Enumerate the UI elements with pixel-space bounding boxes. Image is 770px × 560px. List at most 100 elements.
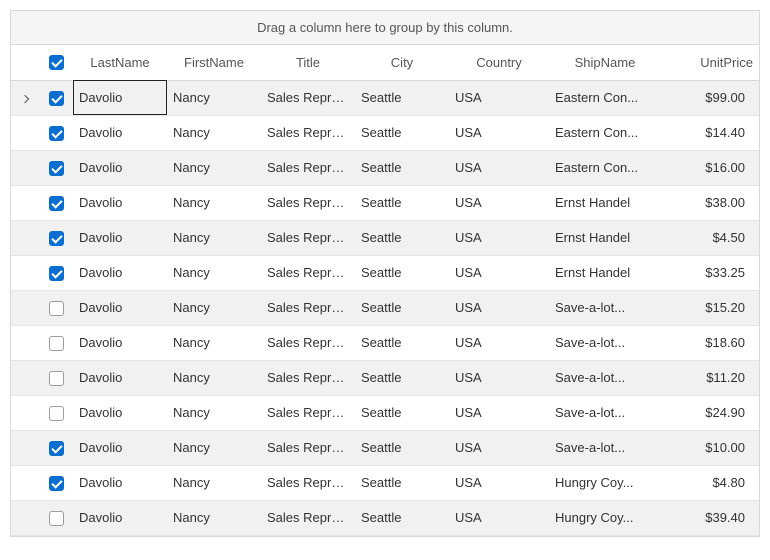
checkbox-cell[interactable] bbox=[39, 290, 73, 325]
title-cell[interactable]: Sales Repres... bbox=[261, 465, 355, 500]
table-row[interactable]: DavolioNancySales Repres...SeattleUSAErn… bbox=[11, 185, 759, 220]
firstname-cell[interactable]: Nancy bbox=[167, 290, 261, 325]
country-cell[interactable]: USA bbox=[449, 255, 549, 290]
shipname-cell[interactable]: Ernst Handel bbox=[549, 185, 661, 220]
firstname-cell[interactable]: Nancy bbox=[167, 325, 261, 360]
lastname-cell[interactable]: Davolio bbox=[73, 255, 167, 290]
header-firstname[interactable]: FirstName bbox=[167, 45, 261, 80]
shipname-cell[interactable]: Save-a-lot... bbox=[549, 430, 661, 465]
table-row[interactable]: DavolioNancySales Repres...SeattleUSASav… bbox=[11, 325, 759, 360]
unitprice-cell[interactable]: $10.00 bbox=[661, 430, 759, 465]
country-cell[interactable]: USA bbox=[449, 465, 549, 500]
table-row[interactable]: DavolioNancySales Repres...SeattleUSAEas… bbox=[11, 80, 759, 115]
checkbox-cell[interactable] bbox=[39, 500, 73, 535]
header-lastname[interactable]: LastName bbox=[73, 45, 167, 80]
checkbox-icon[interactable] bbox=[49, 266, 64, 281]
country-cell[interactable]: USA bbox=[449, 185, 549, 220]
city-cell[interactable]: Seattle bbox=[355, 325, 449, 360]
header-select-all[interactable] bbox=[39, 45, 73, 80]
country-cell[interactable]: USA bbox=[449, 80, 549, 115]
shipname-cell[interactable]: Ernst Handel bbox=[549, 255, 661, 290]
checkbox-cell[interactable] bbox=[39, 115, 73, 150]
shipname-cell[interactable]: Ernst Handel bbox=[549, 220, 661, 255]
country-cell[interactable]: USA bbox=[449, 360, 549, 395]
lastname-cell[interactable]: Davolio bbox=[73, 325, 167, 360]
city-cell[interactable]: Seattle bbox=[355, 395, 449, 430]
country-cell[interactable]: USA bbox=[449, 325, 549, 360]
city-cell[interactable]: Seattle bbox=[355, 220, 449, 255]
lastname-cell[interactable]: Davolio bbox=[73, 465, 167, 500]
lastname-cell[interactable]: Davolio bbox=[73, 115, 167, 150]
shipname-cell[interactable]: Save-a-lot... bbox=[549, 290, 661, 325]
checkbox-icon[interactable] bbox=[49, 406, 64, 421]
city-cell[interactable]: Seattle bbox=[355, 185, 449, 220]
header-unitprice[interactable]: UnitPrice bbox=[661, 45, 759, 80]
header-title[interactable]: Title bbox=[261, 45, 355, 80]
firstname-cell[interactable]: Nancy bbox=[167, 150, 261, 185]
checkbox-icon[interactable] bbox=[49, 371, 64, 386]
checkbox-icon[interactable] bbox=[49, 476, 64, 491]
city-cell[interactable]: Seattle bbox=[355, 430, 449, 465]
checkbox-icon[interactable] bbox=[49, 231, 64, 246]
title-cell[interactable]: Sales Repres... bbox=[261, 220, 355, 255]
title-cell[interactable]: Sales Repres... bbox=[261, 115, 355, 150]
city-cell[interactable]: Seattle bbox=[355, 80, 449, 115]
city-cell[interactable]: Seattle bbox=[355, 465, 449, 500]
title-cell[interactable]: Sales Repres... bbox=[261, 500, 355, 535]
chevron-right-icon[interactable] bbox=[21, 94, 29, 102]
lastname-cell[interactable]: Davolio bbox=[73, 220, 167, 255]
checkbox-cell[interactable] bbox=[39, 430, 73, 465]
checkbox-cell[interactable] bbox=[39, 325, 73, 360]
checkbox-icon[interactable] bbox=[49, 441, 64, 456]
group-by-panel[interactable]: Drag a column here to group by this colu… bbox=[11, 11, 759, 45]
unitprice-cell[interactable]: $18.60 bbox=[661, 325, 759, 360]
header-city[interactable]: City bbox=[355, 45, 449, 80]
checkbox-icon[interactable] bbox=[49, 55, 64, 70]
unitprice-cell[interactable]: $38.00 bbox=[661, 185, 759, 220]
shipname-cell[interactable]: Save-a-lot... bbox=[549, 360, 661, 395]
country-cell[interactable]: USA bbox=[449, 220, 549, 255]
country-cell[interactable]: USA bbox=[449, 430, 549, 465]
title-cell[interactable]: Sales Repres... bbox=[261, 395, 355, 430]
unitprice-cell[interactable]: $33.25 bbox=[661, 255, 759, 290]
checkbox-icon[interactable] bbox=[49, 301, 64, 316]
checkbox-icon[interactable] bbox=[49, 196, 64, 211]
country-cell[interactable]: USA bbox=[449, 150, 549, 185]
unitprice-cell[interactable]: $4.50 bbox=[661, 220, 759, 255]
firstname-cell[interactable]: Nancy bbox=[167, 430, 261, 465]
firstname-cell[interactable]: Nancy bbox=[167, 185, 261, 220]
city-cell[interactable]: Seattle bbox=[355, 255, 449, 290]
header-shipname[interactable]: ShipName bbox=[549, 45, 661, 80]
lastname-cell[interactable]: Davolio bbox=[73, 500, 167, 535]
title-cell[interactable]: Sales Repres... bbox=[261, 430, 355, 465]
city-cell[interactable]: Seattle bbox=[355, 360, 449, 395]
unitprice-cell[interactable]: $16.00 bbox=[661, 150, 759, 185]
shipname-cell[interactable]: Save-a-lot... bbox=[549, 325, 661, 360]
firstname-cell[interactable]: Nancy bbox=[167, 80, 261, 115]
city-cell[interactable]: Seattle bbox=[355, 150, 449, 185]
firstname-cell[interactable]: Nancy bbox=[167, 465, 261, 500]
country-cell[interactable]: USA bbox=[449, 290, 549, 325]
lastname-cell[interactable]: Davolio bbox=[73, 150, 167, 185]
shipname-cell[interactable]: Save-a-lot... bbox=[549, 395, 661, 430]
unitprice-cell[interactable]: $24.90 bbox=[661, 395, 759, 430]
checkbox-cell[interactable] bbox=[39, 150, 73, 185]
checkbox-cell[interactable] bbox=[39, 255, 73, 290]
table-row[interactable]: DavolioNancySales Repres...SeattleUSASav… bbox=[11, 395, 759, 430]
lastname-cell[interactable]: Davolio bbox=[73, 290, 167, 325]
table-row[interactable]: DavolioNancySales Repres...SeattleUSASav… bbox=[11, 360, 759, 395]
city-cell[interactable]: Seattle bbox=[355, 500, 449, 535]
title-cell[interactable]: Sales Repres... bbox=[261, 360, 355, 395]
expand-cell[interactable] bbox=[11, 80, 39, 115]
checkbox-icon[interactable] bbox=[49, 161, 64, 176]
checkbox-icon[interactable] bbox=[49, 126, 64, 141]
title-cell[interactable]: Sales Repres... bbox=[261, 290, 355, 325]
unitprice-cell[interactable]: $39.40 bbox=[661, 500, 759, 535]
header-country[interactable]: Country bbox=[449, 45, 549, 80]
lastname-cell[interactable]: Davolio bbox=[73, 430, 167, 465]
checkbox-cell[interactable] bbox=[39, 80, 73, 115]
title-cell[interactable]: Sales Repres... bbox=[261, 185, 355, 220]
unitprice-cell[interactable]: $11.20 bbox=[661, 360, 759, 395]
shipname-cell[interactable]: Eastern Con... bbox=[549, 150, 661, 185]
checkbox-cell[interactable] bbox=[39, 395, 73, 430]
